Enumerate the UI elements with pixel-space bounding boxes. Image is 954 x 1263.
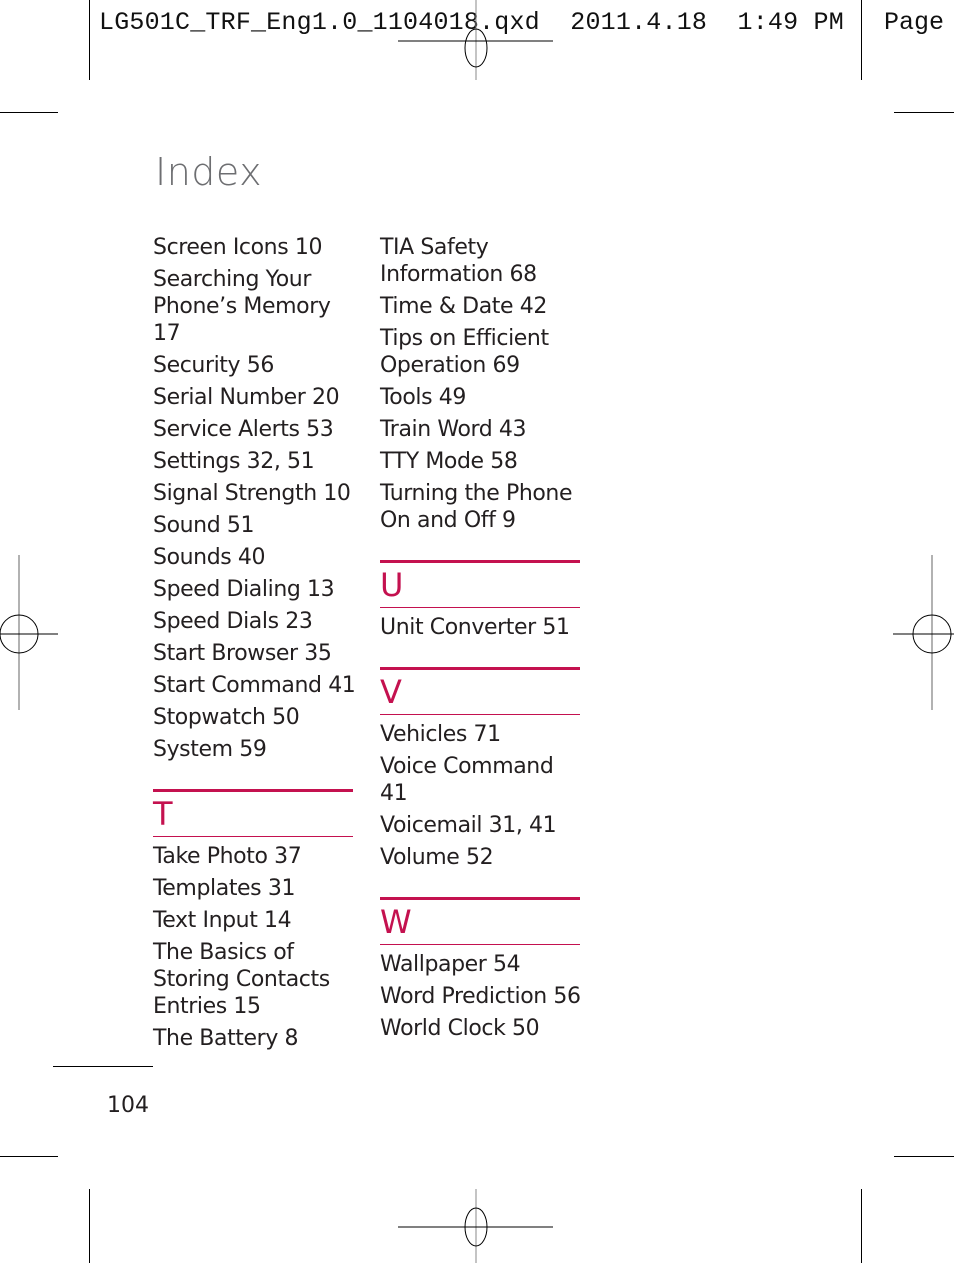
index-entry: Start Command 41 [153,673,356,698]
registration-mark-left-icon [0,555,58,710]
section-t: T Take Photo 37 Templates 31 Text Input … [153,789,358,1052]
registration-mark-right-icon [893,555,954,710]
crop-mark-bottom-right-horizontal [894,1156,954,1157]
index-entry: Voice Command 41 [380,754,554,806]
section-letter: U [380,566,404,604]
index-entry: Text Input 14 [153,908,292,933]
section-w: W Wallpaper 54 Word Prediction 56 World … [380,897,585,1042]
index-column-2: TIA Safety Information 68 Time & Date 42… [380,234,585,1047]
index-entry: Screen Icons 10 [153,235,323,260]
crop-mark-top-right-vertical [861,0,862,80]
index-entry: Train Word 43 [380,417,527,442]
index-entry: Word Prediction 56 [380,984,581,1009]
crop-mark-top-left-vertical [89,0,90,80]
index-entry: Sound 51 [153,513,255,538]
section-letter: T [153,795,173,833]
index-entry: Unit Converter 51 [380,615,570,640]
index-entry: Sounds 40 [153,545,266,570]
crop-mark-bottom-left-horizontal [0,1156,58,1157]
page-number: 104 [107,1093,149,1118]
registration-mark-bottom-icon [398,1189,553,1263]
index-entry: Security 56 [153,353,274,378]
section-header: V [380,667,580,715]
section-header: W [380,897,580,945]
crop-mark-bottom-left-vertical [89,1189,90,1263]
index-entry: Service Alerts 53 [153,417,334,442]
section-v: V Vehicles 71 Voice Command 41 Voicemail… [380,667,585,871]
index-entry: Templates 31 [153,876,296,901]
index-entry: TTY Mode 58 [380,449,518,474]
crop-mark-bottom-right-vertical [861,1189,862,1263]
slug-time: 1:49 PM [737,8,844,37]
index-entry: World Clock 50 [380,1016,540,1041]
registration-mark-top-icon [398,0,553,80]
index-entry: Tips on Efficient Operation 69 [380,326,549,378]
crop-mark-top-right-horizontal [894,112,954,113]
index-entry: Settings 32, 51 [153,449,315,474]
index-entry: Speed Dialing 13 [153,577,335,602]
section-letter: W [380,903,412,941]
index-entry: Stopwatch 50 [153,705,300,730]
index-entry: Searching Your Phone’s Memory 17 [153,267,331,346]
section-u: U Unit Converter 51 [380,560,585,641]
index-entry: Speed Dials 23 [153,609,313,634]
index-entry: Time & Date 42 [380,294,547,319]
index-column-1: Screen Icons 10 Searching Your Phone’s M… [153,234,358,1057]
index-entry: Turning the Phone On and Off 9 [380,481,573,533]
entries-t-continued: TIA Safety Information 68 Time & Date 42… [380,234,585,534]
slug-page-label: Page [884,8,945,37]
index-entry: Start Browser 35 [153,641,332,666]
section-header: U [380,560,580,608]
section-header: T [153,789,353,837]
index-entry: Vehicles 71 [380,722,501,747]
index-entry: Serial Number 20 [153,385,340,410]
crop-mark-top-left-horizontal [0,112,58,113]
index-entry: Volume 52 [380,845,494,870]
index-entry: Wallpaper 54 [380,952,521,977]
index-entry: Take Photo 37 [153,844,302,869]
index-entry: Tools 49 [380,385,466,410]
entries-s: Screen Icons 10 Searching Your Phone’s M… [153,234,358,763]
slug-date: 2011.4.18 [570,8,708,37]
index-entry: TIA Safety Information 68 [380,235,537,287]
section-letter: V [380,673,402,711]
page-title: Index [155,150,263,194]
index-entry: System 59 [153,737,267,762]
index-entry: Signal Strength 10 [153,481,351,506]
index-entry: Voicemail 31, 41 [380,813,557,838]
footer-rule [53,1066,153,1067]
index-entry: The Battery 8 [153,1026,299,1051]
index-entry: The Basics of Storing Contacts Entries 1… [153,940,330,1019]
